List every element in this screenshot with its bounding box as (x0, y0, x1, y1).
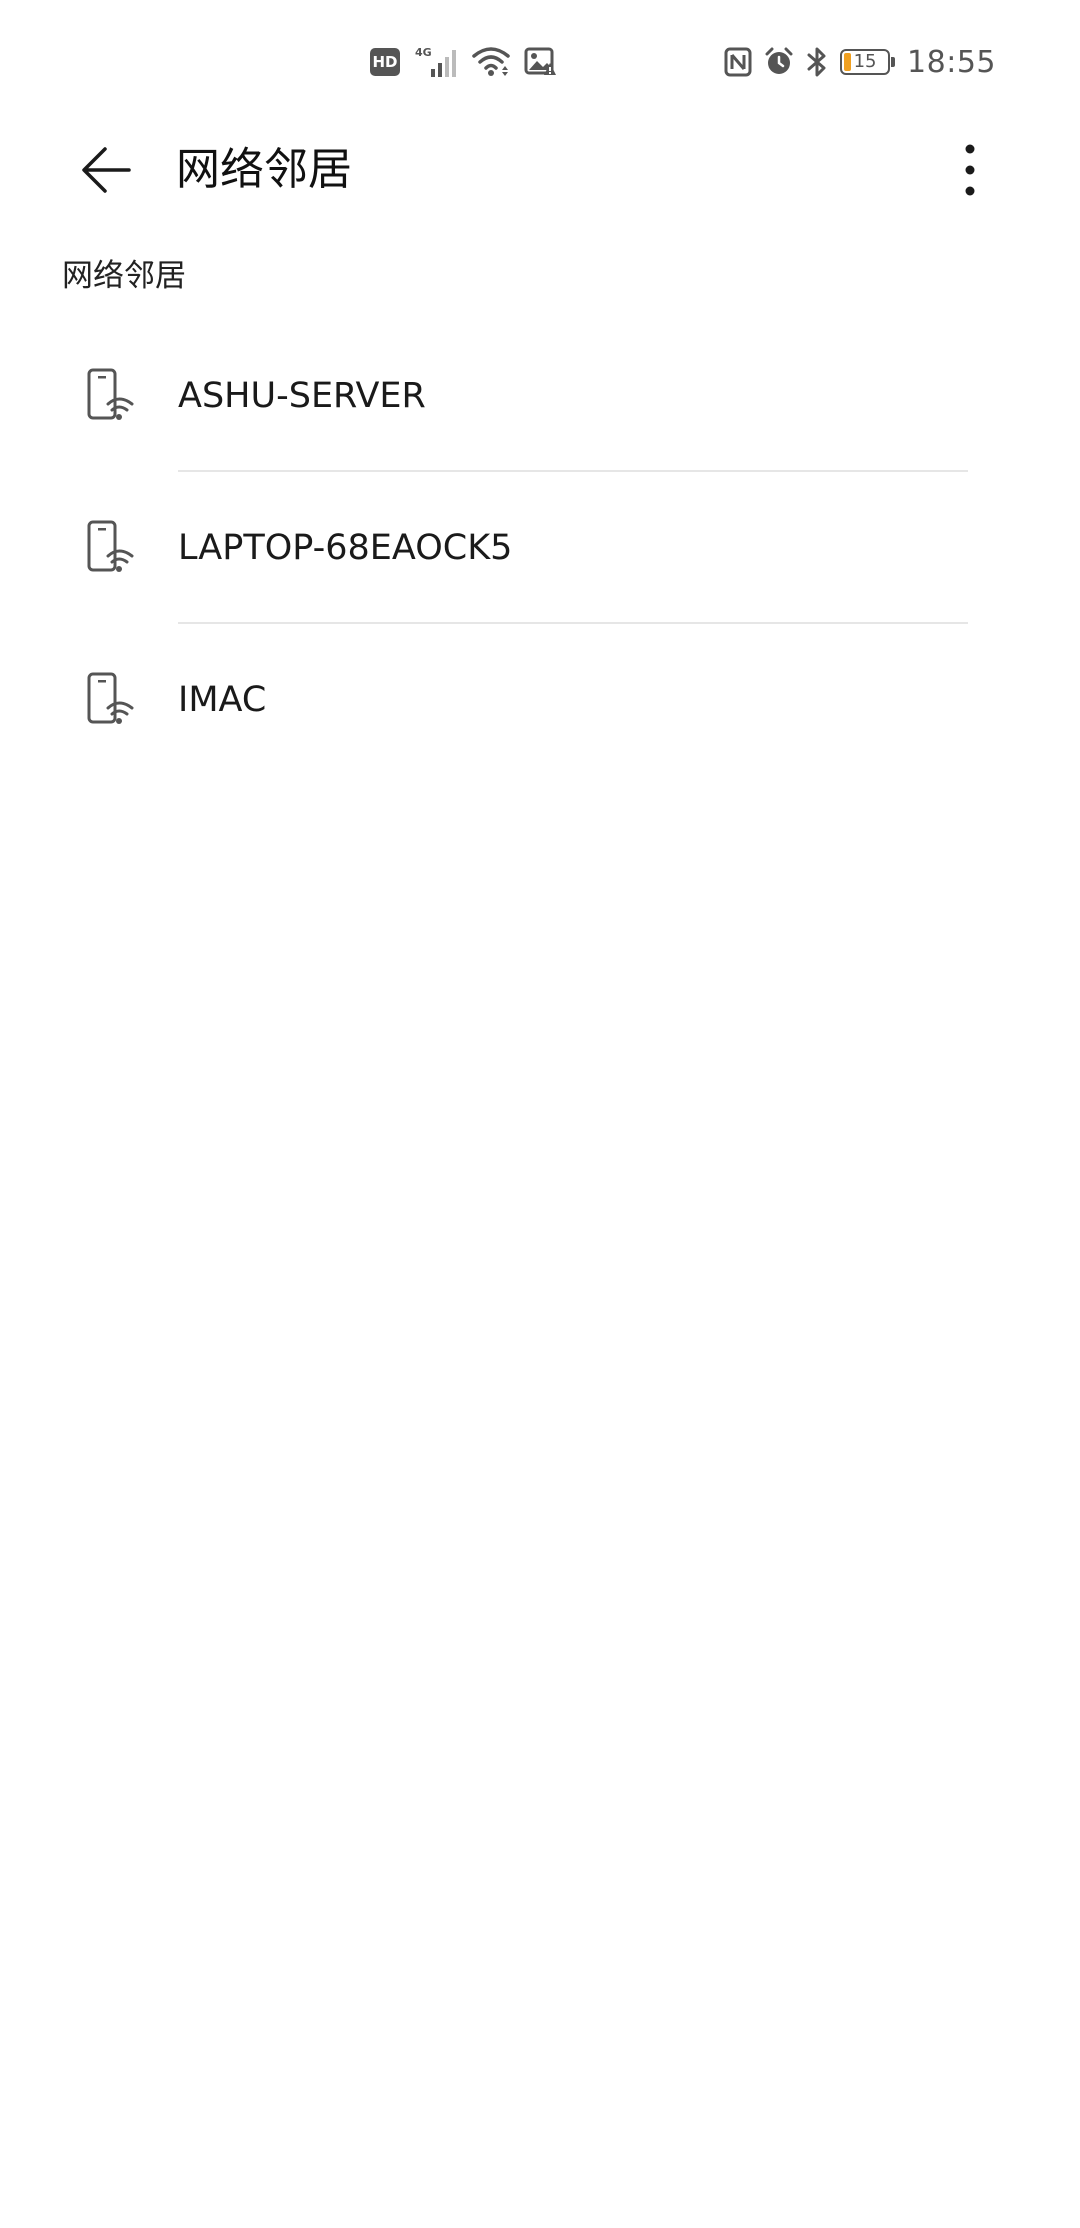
arrow-left-icon (82, 147, 131, 193)
page-title: 网络邻居 (176, 144, 352, 195)
network-device-icon (86, 520, 136, 576)
status-clock: 18:55 (907, 44, 996, 80)
network-device-icon (86, 672, 136, 728)
status-bar: HD 4G 15 18:55 (0, 0, 1080, 120)
network-device-icon (86, 368, 136, 424)
more-options-button[interactable] (948, 138, 992, 202)
battery-fill (844, 53, 851, 71)
nfc-icon (724, 47, 752, 77)
device-name: LAPTOP-68EAOCK5 (178, 528, 513, 568)
bluetooth-icon (806, 46, 828, 78)
device-name: IMAC (178, 680, 267, 720)
device-item-ashu-server[interactable]: ASHU-SERVER (0, 320, 1080, 472)
more-vertical-icon (965, 144, 975, 196)
status-right-icons: 15 18:55 (724, 44, 996, 80)
device-list: ASHU-SERVER LAPTOP-68EAOCK5 IMAC (0, 320, 1080, 776)
status-left-icons: HD 4G (370, 44, 556, 80)
back-button[interactable] (72, 138, 142, 202)
battery-icon: 15 (840, 49, 896, 75)
device-name: ASHU-SERVER (178, 376, 426, 416)
network-type-label: 4G (415, 46, 432, 59)
app-bar: 网络邻居 (0, 120, 1080, 220)
device-item-laptop-68eaock5[interactable]: LAPTOP-68EAOCK5 (0, 472, 1080, 624)
hd-icon: HD (370, 48, 400, 76)
alarm-icon (764, 47, 794, 77)
image-warning-icon (524, 47, 556, 77)
battery-level: 15 (853, 51, 877, 72)
signal-4g-icon: 4G (414, 45, 458, 79)
wifi-icon (472, 46, 510, 78)
device-item-imac[interactable]: IMAC (0, 624, 1080, 776)
section-header: 网络邻居 (62, 258, 186, 294)
